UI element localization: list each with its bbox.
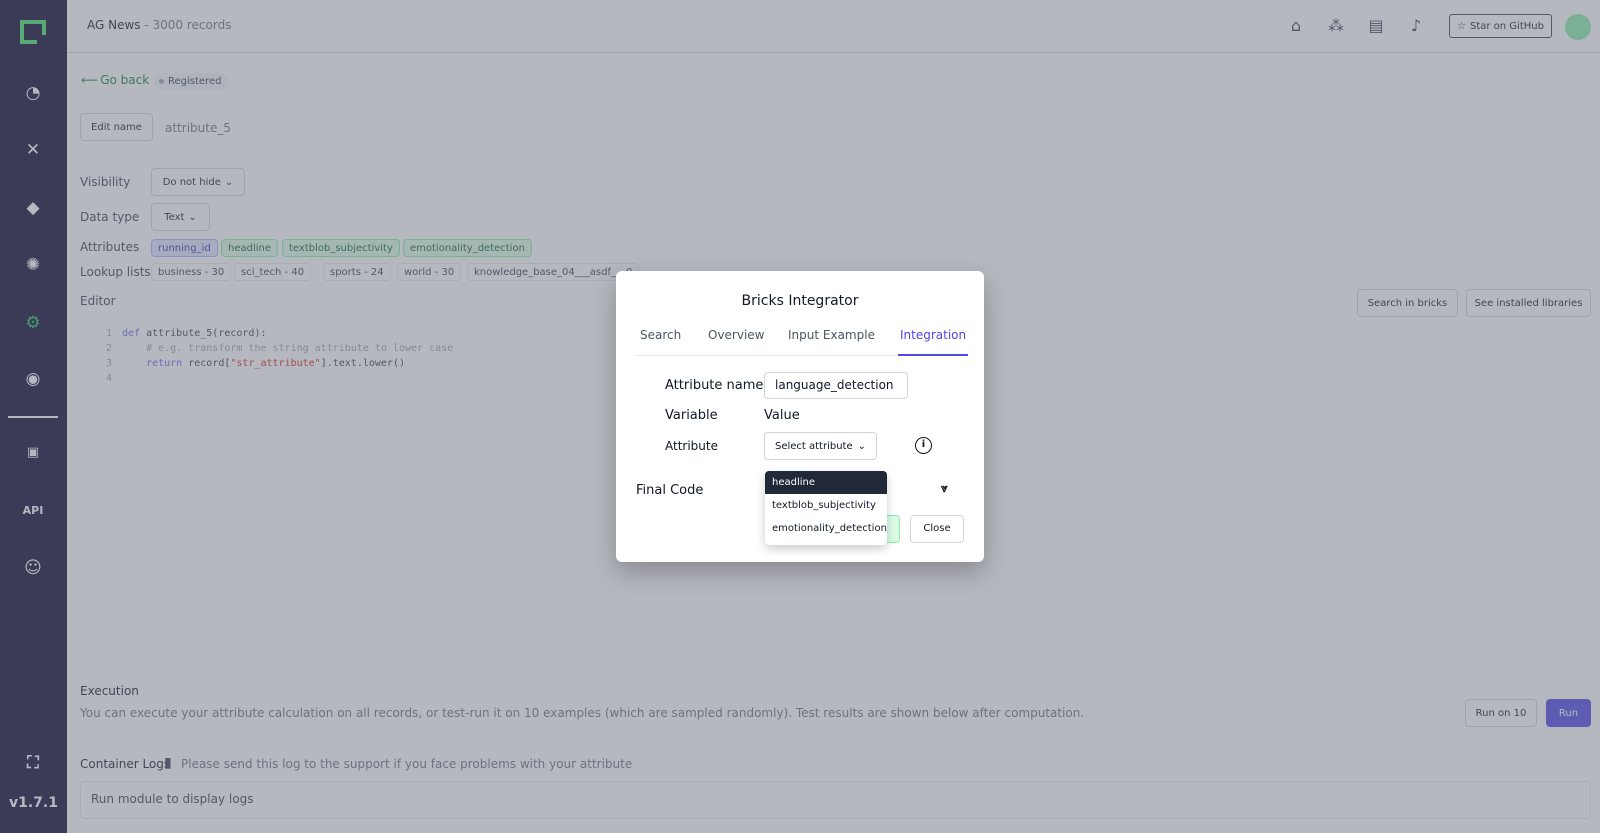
tab-integration[interactable]: Integration [898, 328, 969, 356]
select-attribute-label: Select attribute [774, 440, 853, 452]
close-button[interactable]: Close [910, 515, 964, 543]
info-icon[interactable]: i [915, 437, 932, 454]
attribute-name-input[interactable]: language_detection [764, 372, 908, 399]
attribute-name-label: Attribute name [665, 378, 764, 393]
chevron-down-icon: ⌄ [857, 440, 867, 452]
attribute-variable-label: Attribute [665, 439, 718, 453]
tab-overview[interactable]: Overview [706, 328, 767, 356]
variable-header: Variable [665, 408, 718, 423]
attribute-dropdown-menu: headline textblob_subjectivity emotional… [765, 471, 887, 545]
final-code-label: Final Code [636, 483, 704, 498]
dropdown-option-textblob-subjectivity[interactable]: textblob_subjectivity [765, 494, 887, 517]
double-chevron-down-icon[interactable]: ⩔ [941, 481, 948, 496]
select-attribute-dropdown[interactable]: Select attribute ⌄ [764, 432, 877, 460]
modal-title: Bricks Integrator [741, 293, 859, 309]
modal-tabs: Search Overview Input Example Integratio… [636, 324, 969, 356]
dropdown-option-emotionality-detection[interactable]: emotionality_detection [765, 517, 887, 540]
dropdown-option-headline[interactable]: headline [765, 471, 887, 494]
value-header: Value [764, 408, 800, 423]
tab-search[interactable]: Search [638, 328, 683, 356]
tab-input-example[interactable]: Input Example [786, 328, 877, 356]
